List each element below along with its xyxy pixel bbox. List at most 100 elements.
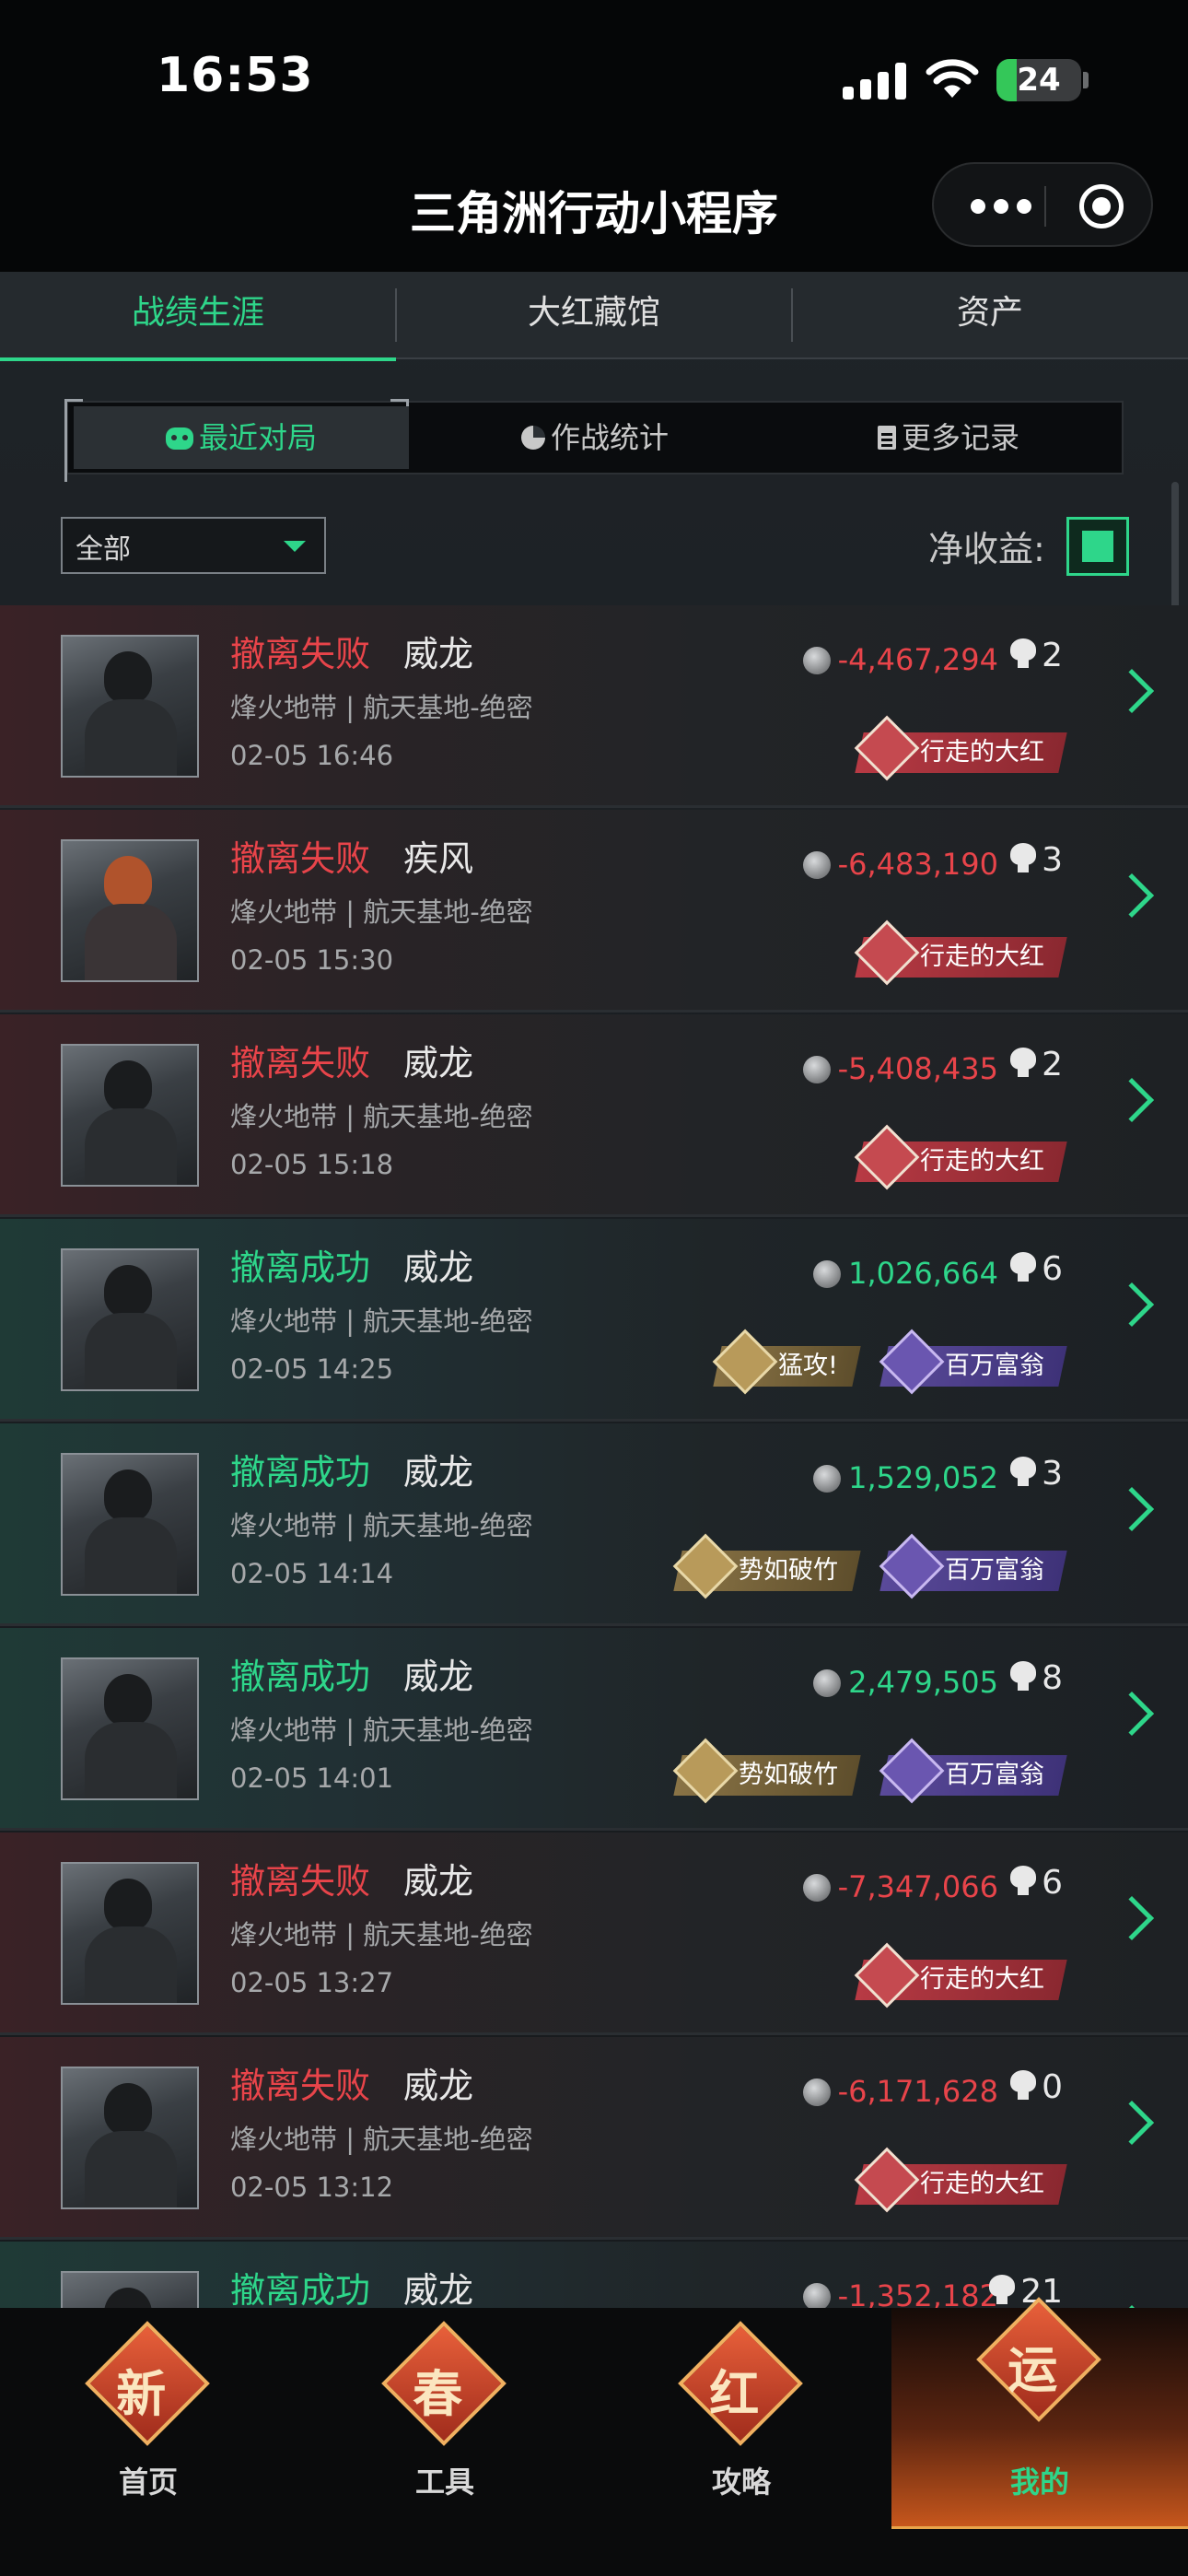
badge-label: 行走的大红	[920, 1147, 1044, 1176]
operator-name: 威龙	[403, 1452, 474, 1493]
spring-tile-icon: 春	[381, 2321, 507, 2446]
mode-filter-select[interactable]: 全部	[61, 517, 326, 574]
nav-label: 首页	[118, 2465, 178, 2500]
badge-label: 行走的大红	[920, 943, 1044, 971]
achievement-badge: 行走的大红	[854, 2147, 1067, 2213]
chevron-right-icon[interactable]	[1109, 1486, 1155, 1532]
kill-count: 2	[1010, 1046, 1063, 1083]
match-row[interactable]: 撤离成功 威龙 烽火地带 | 航天基地-绝密 02-05 14:25 1,026,664…	[0, 1219, 1188, 1422]
achievement-badge: 行走的大红	[854, 1942, 1067, 2008]
achievement-badge: 猛攻!	[712, 1329, 861, 1395]
operator-avatar	[61, 635, 199, 778]
operator-name: 威龙	[403, 1657, 474, 1697]
match-value: 1,026,664	[813, 1256, 998, 1291]
achievement-badge: 行走的大红	[854, 1124, 1067, 1190]
nav-tools[interactable]: 春 工具	[297, 2308, 593, 2529]
kill-count: 8	[1010, 1659, 1063, 1697]
tab-career[interactable]: 战绩生涯	[0, 272, 396, 361]
more-dots-icon[interactable]	[971, 193, 1031, 219]
badge-emblem-icon	[854, 1942, 920, 2008]
operator-avatar	[61, 2067, 199, 2209]
chevron-right-icon[interactable]	[1109, 1077, 1155, 1123]
badge-label: 百万富翁	[945, 1352, 1044, 1380]
kill-count-value: 3	[1042, 841, 1063, 879]
tile-char: 春	[413, 2365, 463, 2424]
kill-count-value: 8	[1042, 1659, 1063, 1697]
chevron-right-icon[interactable]	[1109, 1282, 1155, 1328]
match-row[interactable]: 撤离失败 威龙 烽火地带 | 航天基地-绝密 02-05 13:12 -6,171,62…	[0, 2037, 1188, 2240]
match-row[interactable]: 撤离成功 威龙 -1,352,182 21	[0, 2242, 1188, 2308]
operator-name: 疾风	[403, 838, 474, 879]
match-row[interactable]: 撤离失败 威龙 烽火地带 | 航天基地-绝密 02-05 15:18 -5,408,43…	[0, 1014, 1188, 1217]
segment-recent-matches[interactable]: 最近对局	[74, 406, 409, 469]
coin-icon	[802, 647, 831, 674]
coin-icon	[802, 2283, 831, 2308]
nav-mine[interactable]: 运 我的	[891, 2297, 1188, 2529]
tab-collection[interactable]: 大红藏馆	[396, 272, 792, 359]
match-row[interactable]: 撤离失败 威龙 烽火地带 | 航天基地-绝密 02-05 13:27 -7,347,06…	[0, 1832, 1188, 2035]
tab-assets[interactable]: 资产	[792, 272, 1188, 359]
skull-icon	[1010, 1661, 1037, 1692]
kill-count: 6	[1010, 1864, 1063, 1902]
chevron-right-icon[interactable]	[1109, 872, 1155, 919]
chevron-right-icon[interactable]	[1109, 1691, 1155, 1737]
kill-count: 21	[989, 2273, 1063, 2308]
segment-battle-stats[interactable]: 作战统计	[427, 406, 763, 469]
badge-list: 势如破竹 百万富翁	[650, 1738, 1067, 1804]
match-value: -4,467,294	[802, 642, 998, 677]
skull-icon	[1010, 1048, 1037, 1079]
achievement-badge: 行走的大红	[854, 919, 1067, 986]
nav-label: 工具	[414, 2465, 474, 2500]
kill-count-value: 2	[1042, 1046, 1063, 1083]
badge-list: 行走的大红	[832, 1124, 1067, 1190]
segment-control: 最近对局 作战统计 更多记录	[64, 399, 1124, 482]
match-result: 撤离失败	[230, 634, 371, 674]
badge-list: 猛攻! 百万富翁	[690, 1329, 1067, 1395]
badge-emblem-icon	[879, 1329, 945, 1395]
net-income-checkbox[interactable]	[1066, 517, 1129, 576]
operator-name: 威龙	[403, 1247, 474, 1288]
match-time: 02-05 15:18	[230, 1149, 394, 1180]
top-tabs: 战绩生涯 大红藏馆 资产	[0, 272, 1188, 361]
operator-avatar	[61, 1044, 199, 1187]
kill-count-value: 0	[1042, 2068, 1063, 2106]
main-content: 战绩生涯 大红藏馆 资产 最近对局 作战统计 更多记录 全部 净收益: 撤离失败…	[0, 272, 1188, 2308]
kill-count-value: 6	[1042, 1250, 1063, 1288]
match-row[interactable]: 撤离失败 威龙 烽火地带 | 航天基地-绝密 02-05 16:46 -4,467,29…	[0, 605, 1188, 808]
operator-name: 威龙	[403, 634, 474, 674]
chevron-right-icon[interactable]	[1109, 1895, 1155, 1941]
coin-icon	[802, 1056, 831, 1083]
segment-more-records[interactable]: 更多记录	[781, 406, 1116, 469]
badge-list: 行走的大红	[832, 1942, 1067, 2008]
operator-avatar	[61, 839, 199, 982]
badge-label: 百万富翁	[945, 1556, 1044, 1585]
target-circle-icon[interactable]	[1079, 184, 1124, 228]
match-time: 02-05 16:46	[230, 740, 394, 771]
match-value-amount: 1,026,664	[848, 1256, 998, 1291]
chevron-right-icon[interactable]	[1109, 2100, 1155, 2146]
kill-count-value: 6	[1042, 1864, 1063, 1902]
badge-label: 百万富翁	[945, 1761, 1044, 1789]
match-map: 烽火地带 | 航天基地-绝密	[230, 896, 533, 928]
match-row[interactable]: 撤离成功 威龙 烽火地带 | 航天基地-绝密 02-05 14:01 2,479,505…	[0, 1628, 1188, 1831]
gamepad-icon	[165, 427, 193, 450]
operator-name: 威龙	[403, 2066, 474, 2106]
match-result: 撤离失败	[230, 838, 371, 879]
badge-label: 行走的大红	[920, 2170, 1044, 2198]
match-value: -1,352,182	[802, 2278, 998, 2308]
match-row[interactable]: 撤离失败 疾风 烽火地带 | 航天基地-绝密 02-05 15:30 -6,483,19…	[0, 810, 1188, 1013]
nav-guides[interactable]: 红 攻略	[593, 2308, 890, 2529]
match-value-amount: -4,467,294	[837, 642, 998, 677]
kill-count-value: 2	[1042, 637, 1063, 674]
achievement-badge: 百万富翁	[879, 1533, 1067, 1599]
badge-label: 行走的大红	[920, 1965, 1044, 1994]
match-map: 烽火地带 | 航天基地-绝密	[230, 1510, 533, 1541]
match-row[interactable]: 撤离成功 威龙 烽火地带 | 航天基地-绝密 02-05 14:14 1,529,052…	[0, 1423, 1188, 1626]
wifi-icon	[926, 59, 979, 98]
match-result: 撤离成功	[230, 1452, 371, 1493]
nav-home[interactable]: 新 首页	[0, 2308, 297, 2529]
kill-count: 3	[1010, 841, 1063, 879]
chevron-right-icon[interactable]	[1109, 668, 1155, 714]
match-value: 1,529,052	[813, 1460, 998, 1495]
match-time: 02-05 13:27	[230, 1967, 394, 1998]
